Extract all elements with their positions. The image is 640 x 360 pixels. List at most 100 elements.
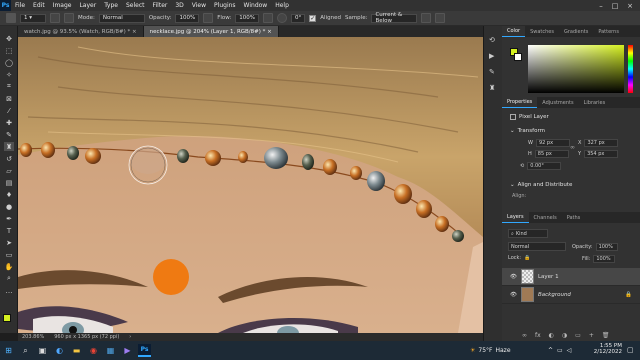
weather-widget[interactable]: ☀ 75°F Haze xyxy=(470,341,511,360)
clone-source-icon[interactable] xyxy=(64,13,74,23)
menu-help[interactable]: Help xyxy=(271,2,293,9)
clone-stamp-tool-icon[interactable] xyxy=(6,13,16,23)
layer-name[interactable]: Layer 1 xyxy=(538,274,559,280)
x-input[interactable]: 327 px xyxy=(584,139,619,147)
lock-icon[interactable]: 🔒 xyxy=(524,255,530,261)
task-view-icon[interactable]: ▣ xyxy=(36,344,49,357)
angle-input[interactable]: 0.00° xyxy=(527,162,562,170)
tray-chevron-icon[interactable]: ^ xyxy=(548,347,553,354)
sample-select[interactable]: Current & Below xyxy=(371,12,418,24)
type-tool-icon[interactable]: T xyxy=(4,226,14,235)
layer-name[interactable]: Background xyxy=(538,292,571,298)
layer-row-background[interactable]: 👁 Background 🔒 xyxy=(502,286,640,304)
menu-window[interactable]: Window xyxy=(240,2,272,9)
history-panel-icon[interactable]: ⟲ xyxy=(489,36,498,45)
brush-size-picker[interactable]: 1 ▾ xyxy=(20,13,46,23)
menu-image[interactable]: Image xyxy=(49,2,76,9)
link-icon[interactable]: ∞ xyxy=(570,144,575,151)
folder-icon[interactable]: ▭ xyxy=(575,332,581,339)
more-tools-icon[interactable]: … xyxy=(4,286,14,295)
brush-tool-icon[interactable]: ✎ xyxy=(4,130,14,139)
network-icon[interactable]: ▭ xyxy=(557,347,563,354)
menu-layer[interactable]: Layer xyxy=(75,2,100,9)
flow-field[interactable]: 100% xyxy=(235,13,260,23)
menu-filter[interactable]: Filter xyxy=(149,2,172,9)
menu-file[interactable]: File xyxy=(11,2,29,9)
align-header[interactable]: ⌄ Align and Distribute xyxy=(502,182,572,188)
hue-slider[interactable] xyxy=(628,45,633,93)
history-brush-tool-icon[interactable]: ↺ xyxy=(4,154,14,163)
menu-view[interactable]: View xyxy=(188,2,210,9)
trash-icon[interactable]: 🗑 xyxy=(602,332,610,339)
close-icon[interactable]: × xyxy=(623,0,637,11)
lasso-tool-icon[interactable]: ◯ xyxy=(4,58,14,67)
tab-paths[interactable]: Paths xyxy=(562,212,586,223)
gradient-tool-icon[interactable]: ▤ xyxy=(4,178,14,187)
layer-row-layer-1[interactable]: 👁 Layer 1 xyxy=(502,268,640,286)
blur-tool-icon[interactable]: ♦ xyxy=(4,190,14,199)
volume-icon[interactable]: ◁ xyxy=(567,347,572,354)
layer-opacity-input[interactable]: 100% xyxy=(595,243,618,251)
photoshop-taskbar-icon[interactable]: Ps xyxy=(138,344,151,357)
pressure-opacity-icon[interactable] xyxy=(203,13,214,23)
file-explorer-icon[interactable]: ▬ xyxy=(70,344,83,357)
notification-icon[interactable]: ▢ xyxy=(627,346,634,354)
tab-properties[interactable]: Properties xyxy=(502,97,538,108)
zoom-tool-icon[interactable]: ⌕ xyxy=(4,274,14,283)
pressure-size-icon[interactable] xyxy=(435,13,446,23)
move-tool-icon[interactable]: ✥ xyxy=(4,34,14,43)
document-canvas[interactable] xyxy=(18,37,483,333)
mask-icon[interactable]: ◐ xyxy=(549,332,554,339)
media-icon[interactable]: ▶ xyxy=(121,344,134,357)
status-arrow-icon[interactable]: › xyxy=(129,334,131,340)
crop-tool-icon[interactable]: ⌗ xyxy=(4,82,14,91)
tab-adjustments[interactable]: Adjustments xyxy=(537,97,578,108)
windows-start-icon[interactable]: ⊞ xyxy=(2,344,15,357)
actions-panel-icon[interactable]: ▶ xyxy=(489,52,498,61)
healing-brush-tool-icon[interactable]: ✚ xyxy=(4,118,14,127)
minimize-icon[interactable]: – xyxy=(594,0,608,11)
tab-color[interactable]: Color xyxy=(502,26,526,37)
eraser-tool-icon[interactable]: ▱ xyxy=(4,166,14,175)
clone-stamp-tool-icon[interactable]: ♜ xyxy=(4,142,14,151)
color-panel-bg-swatch[interactable] xyxy=(514,53,522,61)
tab-layers[interactable]: Layers xyxy=(502,212,529,223)
color-picker-field[interactable] xyxy=(528,45,624,93)
clone-source-panel-icon[interactable]: ♜ xyxy=(489,84,498,93)
dodge-tool-icon[interactable]: ● xyxy=(4,202,14,211)
airbrush-icon[interactable] xyxy=(263,13,274,23)
menu-3d[interactable]: 3D xyxy=(171,2,187,9)
mode-select[interactable]: Normal xyxy=(98,13,145,23)
marquee-tool-icon[interactable]: ⬚ xyxy=(4,46,14,55)
tab-swatches[interactable]: Swatches xyxy=(525,26,559,37)
transform-header[interactable]: ⌄ Transform xyxy=(502,128,545,134)
rectangle-tool-icon[interactable]: ▭ xyxy=(4,250,14,259)
w-input[interactable]: 92 px xyxy=(535,139,570,147)
menu-select[interactable]: Select xyxy=(122,2,149,9)
fx-icon[interactable]: fx xyxy=(535,332,541,339)
search-icon[interactable]: ⌕ xyxy=(19,344,32,357)
h-input[interactable]: 85 px xyxy=(534,150,569,158)
tab-watch[interactable]: watch.jpg @ 93.5% (Watch, RGB/8#) * × xyxy=(18,26,144,37)
chrome-icon[interactable]: ◉ xyxy=(87,344,100,357)
clock[interactable]: 1:55 PM 2/12/2022 xyxy=(586,343,622,355)
hand-tool-icon[interactable]: ✋ xyxy=(4,262,14,271)
store-icon[interactable]: ▦ xyxy=(104,344,117,357)
fill-input[interactable]: 100% xyxy=(593,255,616,263)
eye-icon[interactable]: 👁 xyxy=(510,274,517,280)
eyedropper-tool-icon[interactable]: ⁄ xyxy=(4,106,14,115)
edge-browser-icon[interactable]: ◐ xyxy=(53,344,66,357)
adjustment-icon[interactable]: ◑ xyxy=(562,332,567,339)
pen-tool-icon[interactable]: ✒ xyxy=(4,214,14,223)
new-layer-icon[interactable]: + xyxy=(589,332,594,339)
menu-type[interactable]: Type xyxy=(100,2,122,9)
path-selection-tool-icon[interactable]: ➤ xyxy=(4,238,14,247)
y-input[interactable]: 354 px xyxy=(584,150,619,158)
brush-settings-icon[interactable] xyxy=(50,13,60,23)
link-layers-icon[interactable]: ∞ xyxy=(522,332,527,339)
magic-wand-tool-icon[interactable]: ✧ xyxy=(4,70,14,79)
brush-settings-panel-icon[interactable]: ✎ xyxy=(489,68,498,77)
tab-patterns[interactable]: Patterns xyxy=(593,26,624,37)
opacity-field[interactable]: 100% xyxy=(175,13,200,23)
angle-field[interactable]: 0° xyxy=(291,13,306,23)
